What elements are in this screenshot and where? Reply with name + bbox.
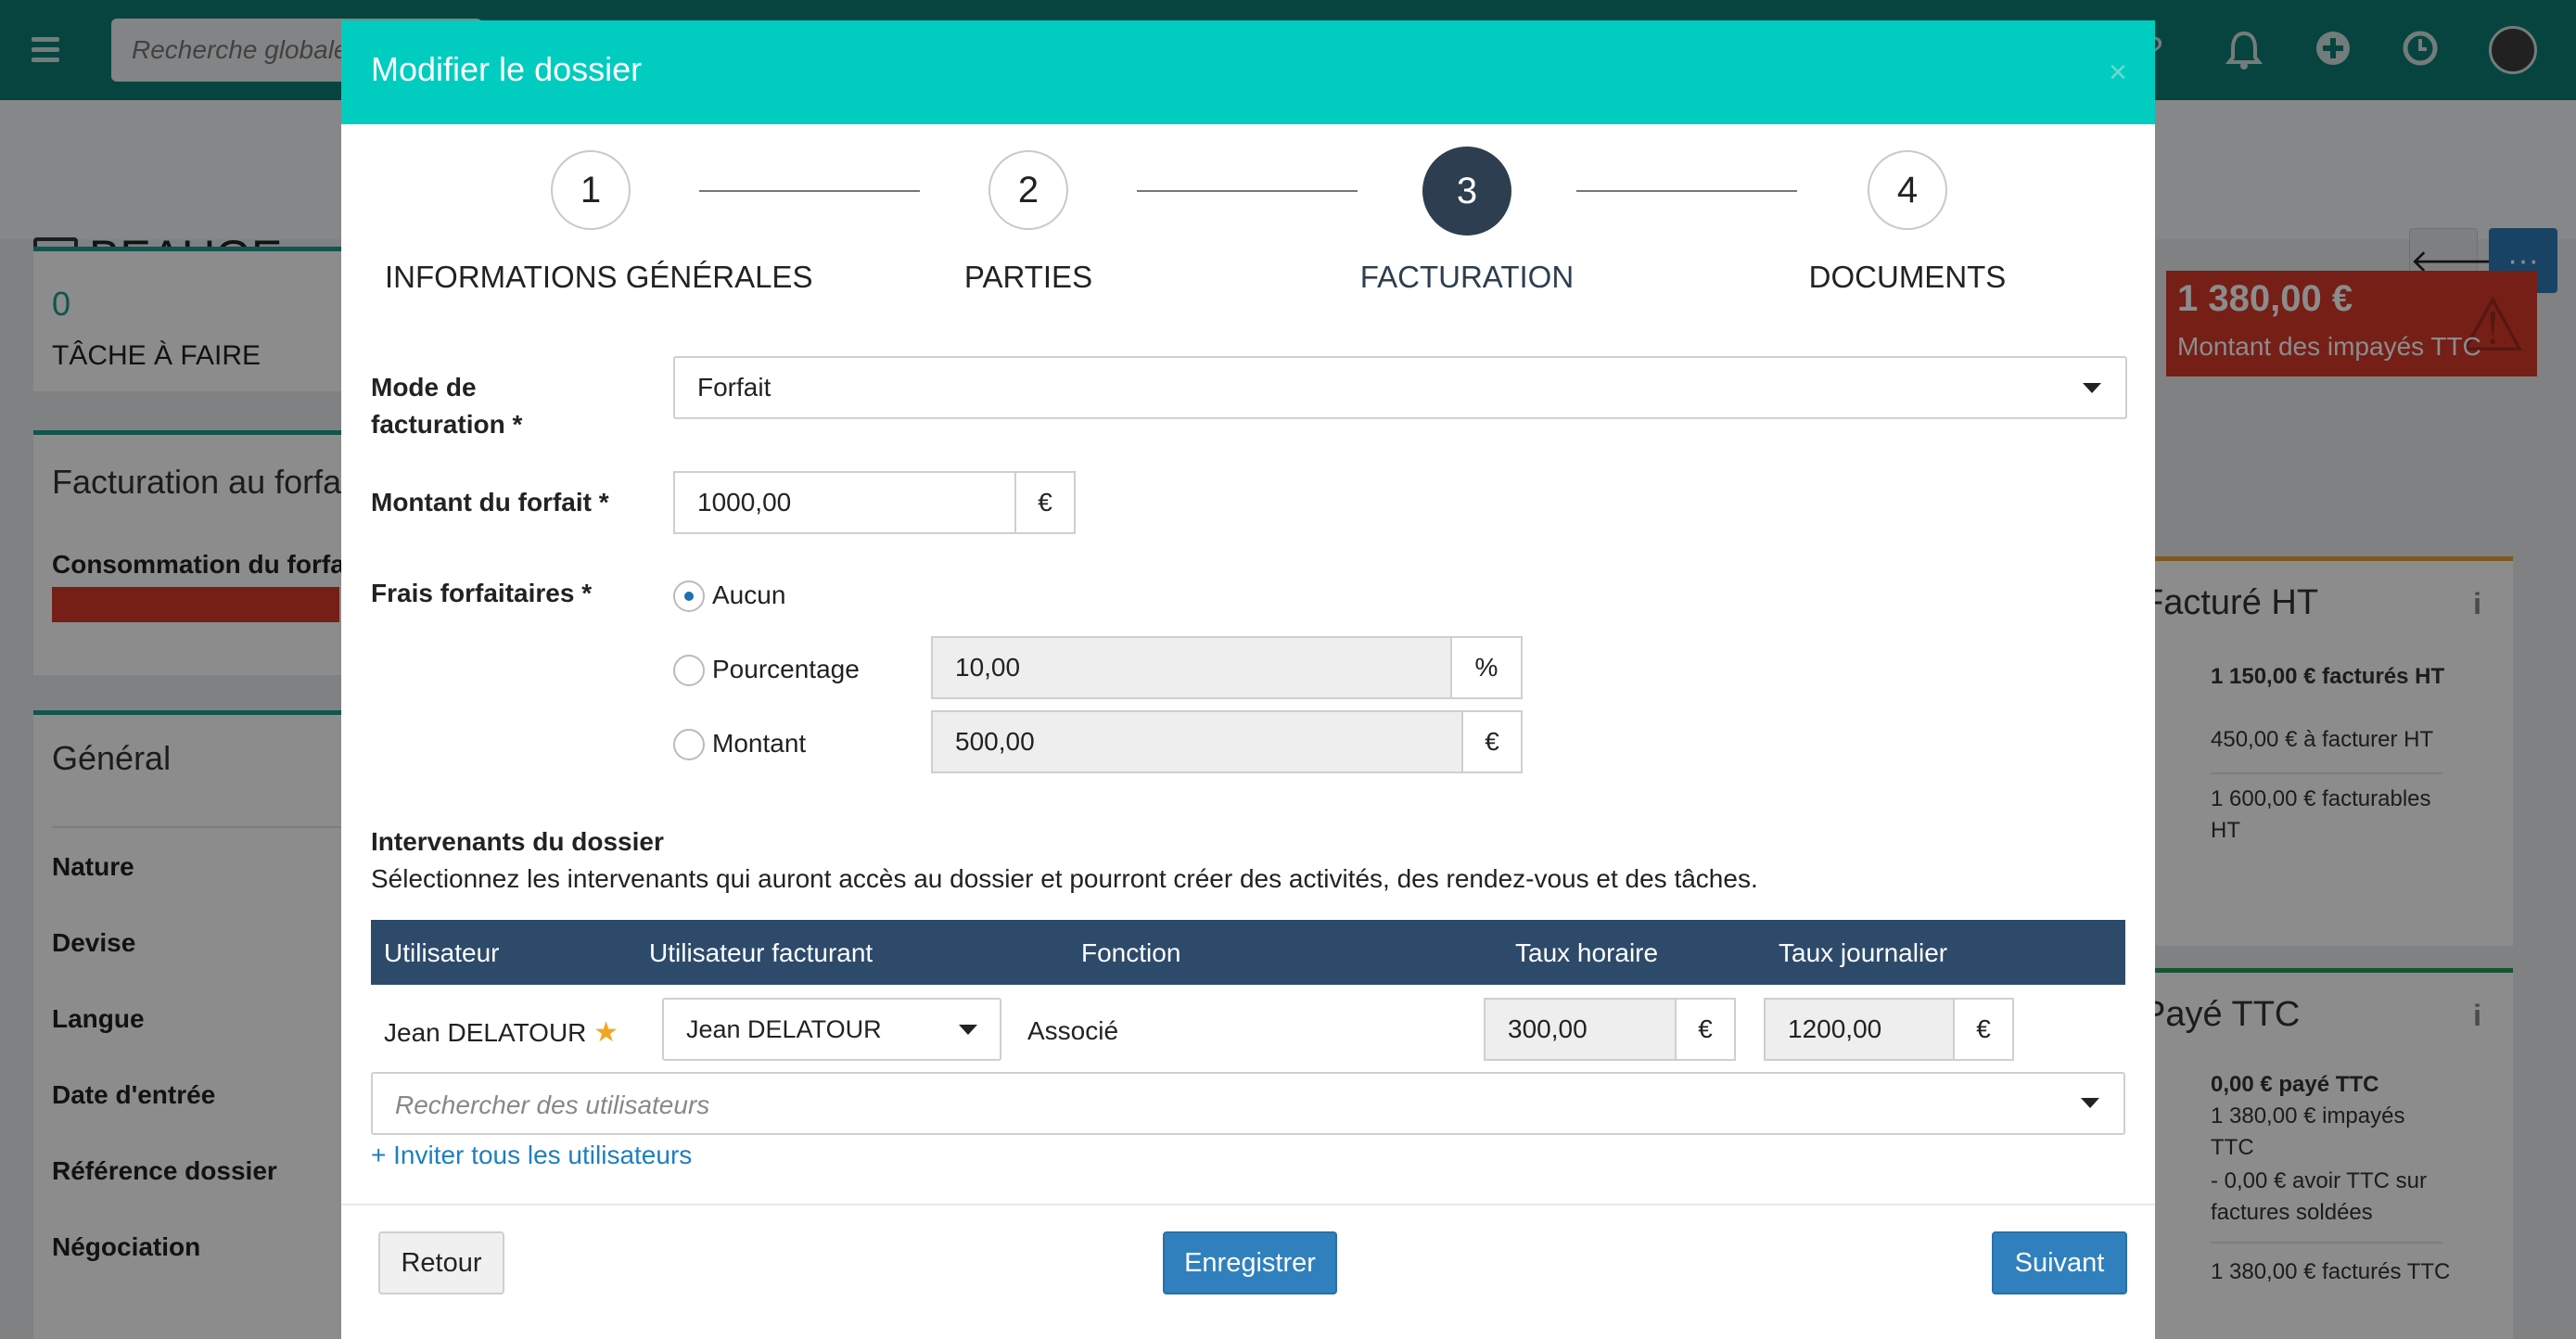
save-button[interactable]: Enregistrer bbox=[1163, 1231, 1337, 1294]
modal-header: Modifier le dossier × bbox=[341, 20, 2155, 124]
hourly-rate-input[interactable]: 300,00 bbox=[1484, 998, 1678, 1061]
radio-none[interactable] bbox=[673, 580, 705, 612]
percent-addon: % bbox=[1450, 636, 1523, 699]
next-button[interactable]: Suivant bbox=[1992, 1231, 2127, 1294]
radio-percentage-label[interactable]: Pourcentage bbox=[712, 655, 860, 684]
step-label-general[interactable]: INFORMATIONS GÉNÉRALES bbox=[385, 260, 812, 295]
step-2[interactable]: 2 bbox=[988, 150, 1068, 230]
step-1[interactable]: 1 bbox=[551, 150, 631, 230]
column-header: Utilisateur facturant bbox=[649, 938, 874, 967]
billing-mode-select[interactable]: Forfait bbox=[673, 356, 2127, 419]
radio-percentage[interactable] bbox=[673, 655, 705, 686]
stakeholders-description: Sélectionnez les intervenants qui auront… bbox=[371, 864, 1758, 893]
divider bbox=[341, 1204, 2155, 1205]
chevron-down-icon bbox=[959, 1025, 977, 1035]
currency-addon: € bbox=[1953, 998, 2014, 1061]
billing-user-select[interactable]: Jean DELATOUR bbox=[662, 998, 1001, 1061]
chevron-down-icon bbox=[2081, 1098, 2099, 1108]
search-users-placeholder: Rechercher des utilisateurs bbox=[395, 1090, 710, 1119]
column-header: Taux horaire bbox=[1515, 938, 1659, 967]
billing-mode-value: Forfait bbox=[697, 373, 772, 402]
flat-amount-input[interactable]: 1000,00 bbox=[673, 471, 1016, 534]
daily-rate-input[interactable]: 1200,00 bbox=[1764, 998, 1957, 1061]
modal-title: Modifier le dossier bbox=[371, 50, 643, 88]
chevron-down-icon bbox=[2083, 383, 2101, 393]
stakeholders-title: Intervenants du dossier bbox=[371, 827, 664, 856]
billing-mode-label: Mode de facturation * bbox=[371, 369, 522, 443]
step-connector bbox=[1137, 190, 1358, 192]
star-icon: ★ bbox=[593, 1017, 619, 1048]
column-header: Taux journalier bbox=[1779, 938, 1948, 967]
step-connector bbox=[1576, 190, 1797, 192]
flat-fees-label: Frais forfaitaires * bbox=[371, 579, 593, 607]
flat-amount-label: Montant du forfait * bbox=[371, 488, 609, 516]
step-connector bbox=[699, 190, 920, 192]
billing-mode-label-line2: facturation * bbox=[371, 410, 523, 439]
radio-amount[interactable] bbox=[673, 729, 705, 760]
currency-addon: € bbox=[1461, 710, 1523, 773]
step-label-billing[interactable]: FACTURATION bbox=[1328, 260, 1606, 295]
percentage-input[interactable]: 10,00 bbox=[931, 636, 1452, 699]
function-value: Associé bbox=[1027, 1016, 1119, 1045]
stakeholders-table-header: Utilisateur Utilisateur facturant Foncti… bbox=[371, 920, 2125, 985]
step-4[interactable]: 4 bbox=[1868, 150, 1947, 230]
column-header: Fonction bbox=[1081, 938, 1181, 967]
step-label-parties[interactable]: PARTIES bbox=[889, 260, 1167, 295]
user-name: Jean DELATOUR ★ bbox=[384, 1016, 618, 1049]
close-icon[interactable]: × bbox=[2109, 56, 2127, 89]
user-name-text: Jean DELATOUR bbox=[384, 1018, 587, 1047]
edit-case-modal: Modifier le dossier × 1 2 3 4 INFORMATIO… bbox=[341, 20, 2155, 1339]
step-3[interactable]: 3 bbox=[1422, 147, 1511, 236]
radio-amount-label[interactable]: Montant bbox=[712, 729, 806, 759]
radio-none-label[interactable]: Aucun bbox=[712, 580, 785, 610]
billing-user-value: Jean DELATOUR bbox=[686, 1015, 882, 1043]
invite-all-users-link[interactable]: + Inviter tous les utilisateurs bbox=[371, 1141, 692, 1170]
fee-amount-input[interactable]: 500,00 bbox=[931, 710, 1463, 773]
back-button[interactable]: Retour bbox=[378, 1231, 504, 1294]
search-users-input[interactable]: Rechercher des utilisateurs bbox=[371, 1072, 2125, 1135]
currency-addon: € bbox=[1014, 471, 1076, 534]
column-header: Utilisateur bbox=[384, 938, 500, 967]
billing-mode-label-line1: Mode de bbox=[371, 373, 477, 402]
currency-addon: € bbox=[1675, 998, 1736, 1061]
step-label-documents[interactable]: DOCUMENTS bbox=[1768, 260, 2047, 295]
